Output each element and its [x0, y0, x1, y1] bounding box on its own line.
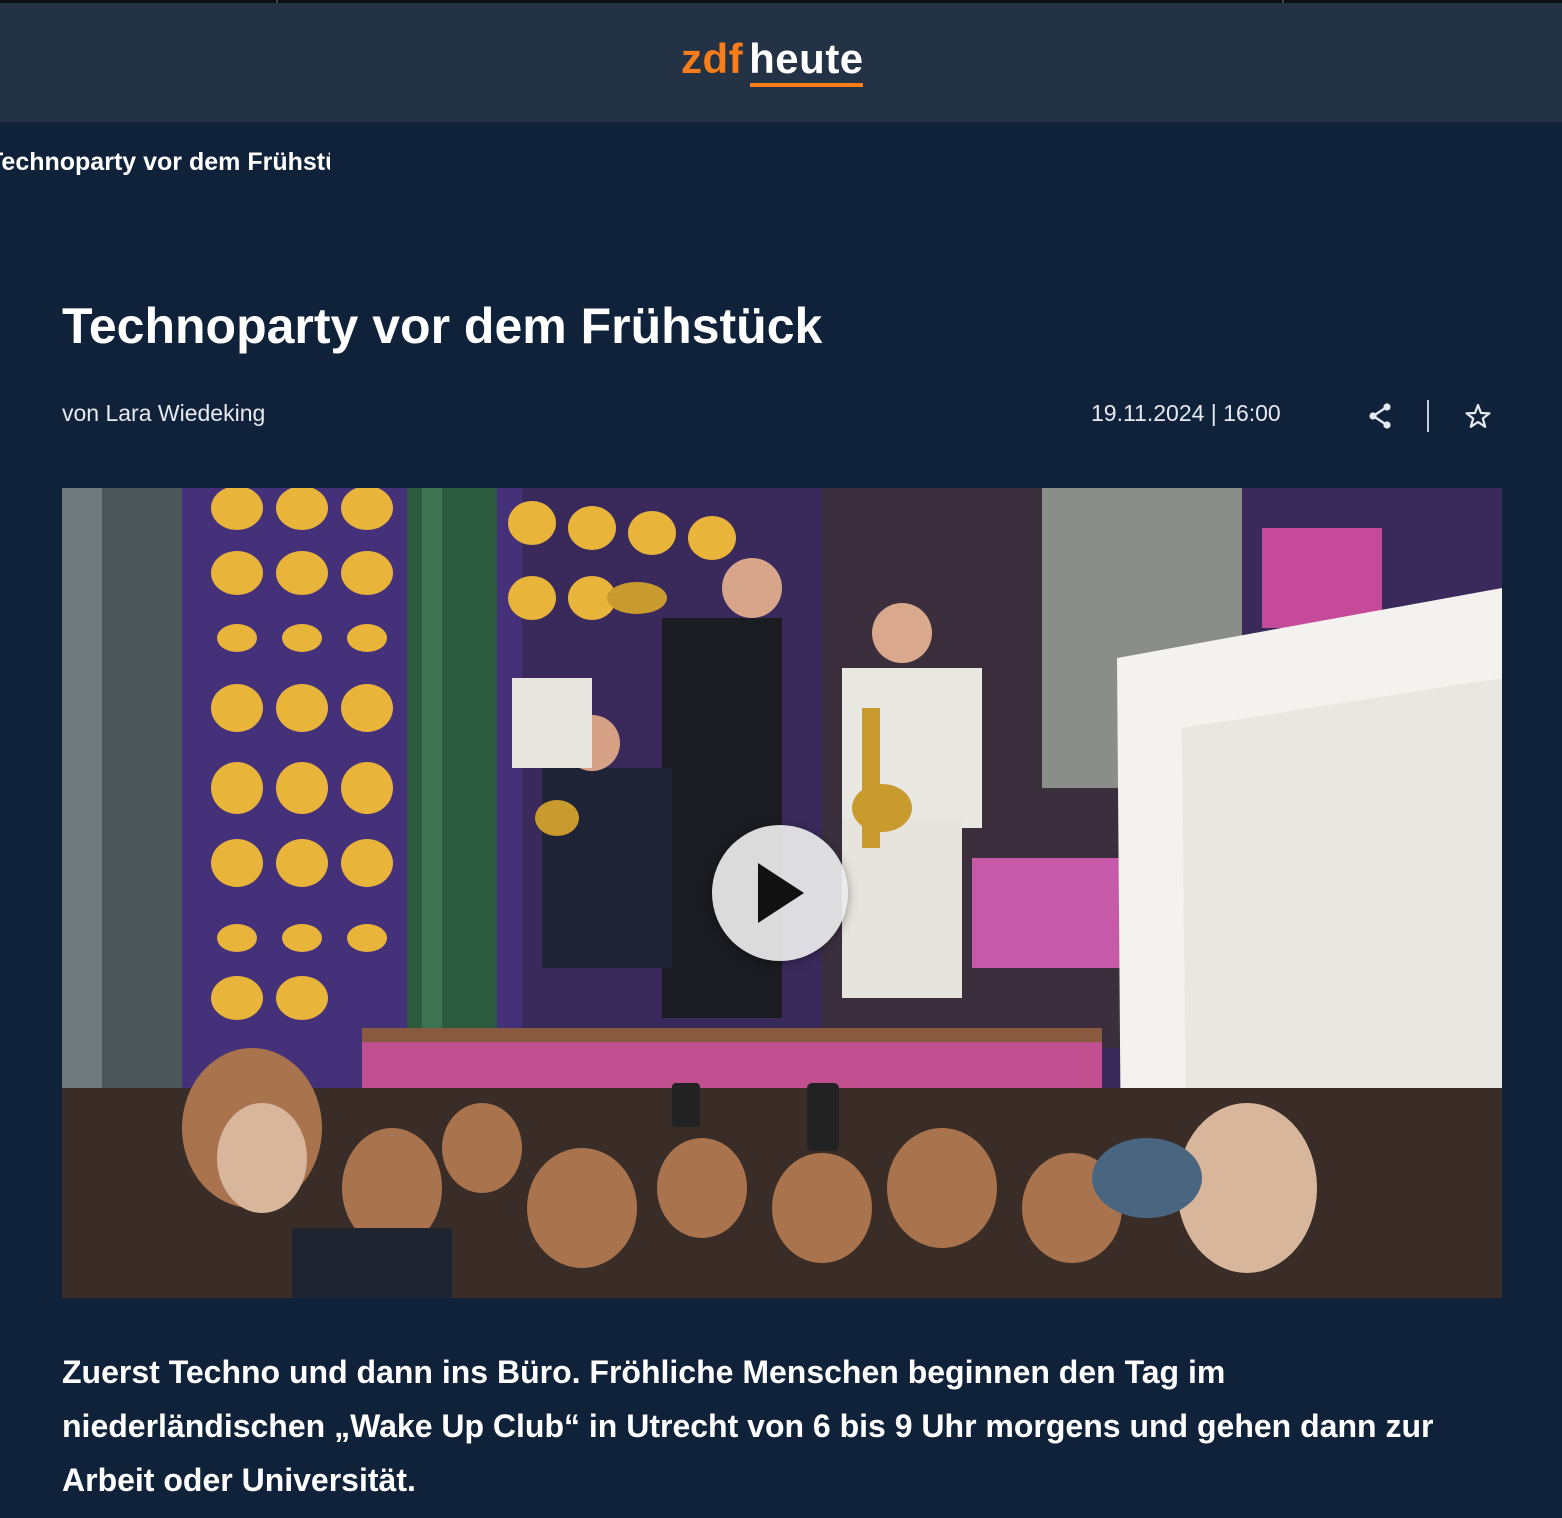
actions-divider [1427, 400, 1429, 432]
video-player[interactable] [62, 488, 1502, 1298]
author-byline: von Lara Wiedeking [62, 400, 266, 426]
publish-datetime: 19.11.2024 | 16:00 [1091, 400, 1281, 427]
zdfheute-logo[interactable]: zdf heute [681, 37, 864, 87]
share-icon [1369, 403, 1391, 429]
logo-heute: heute [749, 35, 864, 87]
site-header: zdf heute [0, 3, 1562, 122]
breadcrumb-current: Technoparty vor dem Frühstück [0, 148, 330, 176]
page-title: Technoparty vor dem Frühstück [62, 298, 823, 354]
play-icon [758, 863, 804, 923]
bookmark-button[interactable] [1462, 400, 1494, 432]
share-button[interactable] [1364, 400, 1396, 432]
publish-time: 16:00 [1223, 400, 1281, 426]
breadcrumb: Technoparty vor dem Frühstück [0, 148, 330, 177]
publish-date: 19.11.2024 [1091, 400, 1205, 426]
article-lead: Zuerst Techno und dann ins Büro. Fröhlic… [62, 1354, 1434, 1498]
star-icon [1465, 403, 1491, 428]
play-button[interactable] [712, 825, 848, 961]
logo-heute-text: heute [749, 35, 864, 87]
date-time-separator: | [1210, 400, 1217, 426]
logo-zdf: zdf [681, 35, 744, 82]
